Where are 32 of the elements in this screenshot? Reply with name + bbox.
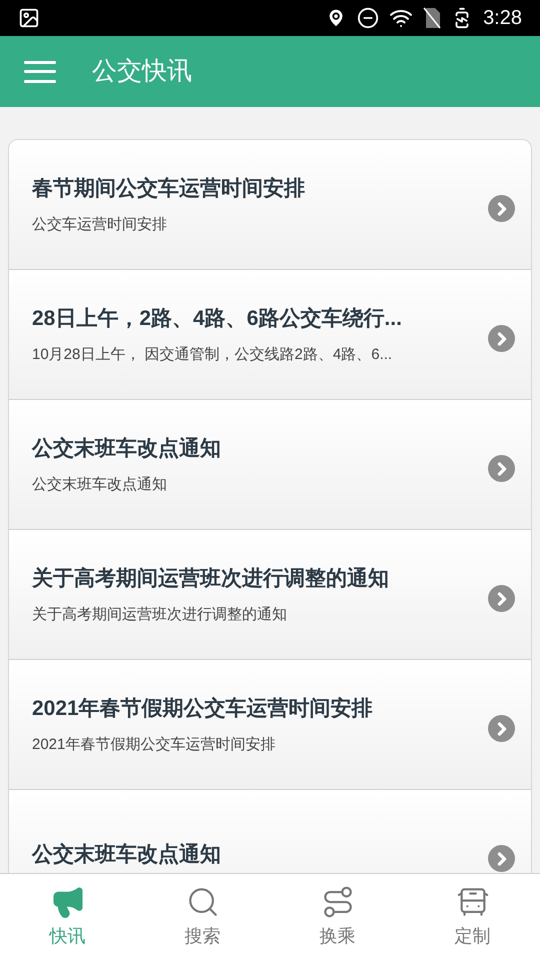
news-summary: 公交末班车改点通知 <box>32 475 168 495</box>
no-sim-icon <box>423 7 442 29</box>
image-icon <box>18 7 40 29</box>
menu-button[interactable] <box>24 60 56 84</box>
news-summary: 关于高考期间运营班次进行调整的通知 <box>32 605 288 625</box>
news-title: 春节期间公交车运营时间安排 <box>32 176 306 202</box>
news-title: 公交末班车改点通知 <box>32 842 222 868</box>
news-item[interactable]: 2021年春节假期公交车运营时间安排 2021年春节假期公交车运营时间安排 <box>9 660 531 790</box>
nav-tab[interactable]: 定制 <box>405 874 540 960</box>
nav-tab[interactable]: 换乘 <box>270 874 405 960</box>
news-item[interactable]: 春节期间公交车运营时间安排 公交车运营时间安排 <box>9 140 531 270</box>
chevron-icon <box>488 325 515 352</box>
news-item[interactable]: 公交末班车改点通知 公交末班车改点通知 <box>9 400 531 530</box>
do-not-disturb-icon <box>357 7 380 29</box>
chevron-icon <box>488 585 515 612</box>
chevron-icon <box>488 715 515 742</box>
news-summary: 2021年春节假期公交车运营时间安排 <box>32 735 276 755</box>
news-item[interactable]: 28日上午，2路、4路、6路公交车绕行... 10月28日上午， 因交通管制，公交线路2路、4路、6... <box>9 270 531 400</box>
news-title: 2021年春节假期公交车运营时间安排 <box>32 696 374 722</box>
chevron-icon <box>488 455 515 482</box>
news-summary: 10月28日上午， 因交通管制，公交线路2路、4路、6... <box>32 345 394 365</box>
news-title: 关于高考期间运营班次进行调整的通知 <box>32 566 390 592</box>
news-title: 28日上午，2路、4路、6路公交车绕行... <box>32 306 403 332</box>
status-time: 3:28 <box>483 6 522 31</box>
news-summary: 公交车运营时间安排 <box>32 215 168 235</box>
nav-tab[interactable]: 搜索 <box>135 874 270 960</box>
megaphone-icon <box>50 884 84 918</box>
news-item[interactable]: 关于高考期间运营班次进行调整的通知 关于高考期间运营班次进行调整的通知 <box>9 530 531 660</box>
chevron-icon <box>488 195 515 222</box>
app-title: 公交快讯 <box>92 56 192 87</box>
news-item[interactable]: 公交末班车改点通知 <box>9 790 531 873</box>
news-title: 公交末班车改点通知 <box>32 436 222 462</box>
